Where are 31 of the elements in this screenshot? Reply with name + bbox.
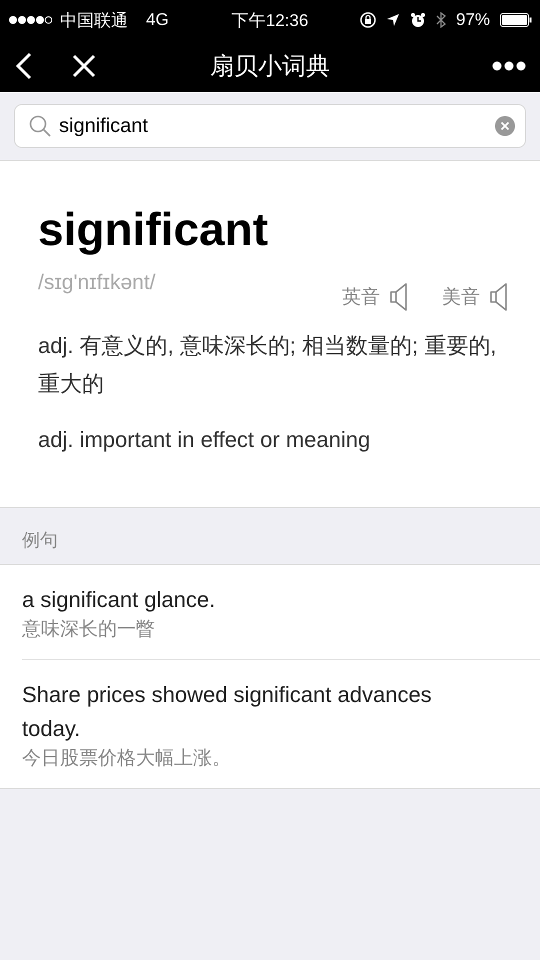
clear-button[interactable] (495, 116, 515, 136)
bluetooth-icon (436, 12, 446, 28)
definition: adj. 有意义的, 意味深长的; 相当数量的; 重要的, 重大的 (38, 332, 498, 398)
example-sentence: Share prices showed significant advances today. (22, 681, 433, 743)
clock-time: 下午12:36 (232, 10, 308, 30)
carrier-name: 中国联通 (60, 10, 128, 32)
example-translation: 意味深长的一瞥 (22, 618, 156, 642)
signal-icon (8, 15, 52, 25)
example-translation: 今日股票价格大幅上涨。 (22, 747, 232, 771)
accent-label: 美音 (442, 286, 480, 310)
definition: adj. important in effect or meaning (38, 426, 372, 454)
alarm-icon (410, 12, 426, 28)
speaker-icon[interactable] (390, 283, 408, 311)
search-icon (29, 115, 51, 137)
battery-icon (500, 13, 532, 27)
network-type: 4G (146, 10, 169, 30)
back-button[interactable] (14, 52, 34, 80)
example-sentence: a significant glance. (22, 586, 216, 614)
battery-percent: 97% (456, 10, 490, 30)
speaker-icon[interactable] (490, 283, 508, 311)
location-icon (386, 13, 400, 27)
search-field[interactable]: significant (14, 104, 526, 148)
section-header: 例句 (22, 530, 58, 550)
rotation-lock-icon (360, 12, 376, 28)
accent-label: 英音 (342, 286, 380, 310)
headword: significant (38, 203, 268, 255)
phonetic: /sɪg'nɪfɪkənt/ (38, 271, 156, 294)
close-button[interactable] (72, 54, 96, 78)
more-button[interactable] (492, 61, 526, 71)
page-title: 扇贝小词典 (210, 53, 330, 80)
search-input[interactable]: significant (59, 114, 487, 138)
